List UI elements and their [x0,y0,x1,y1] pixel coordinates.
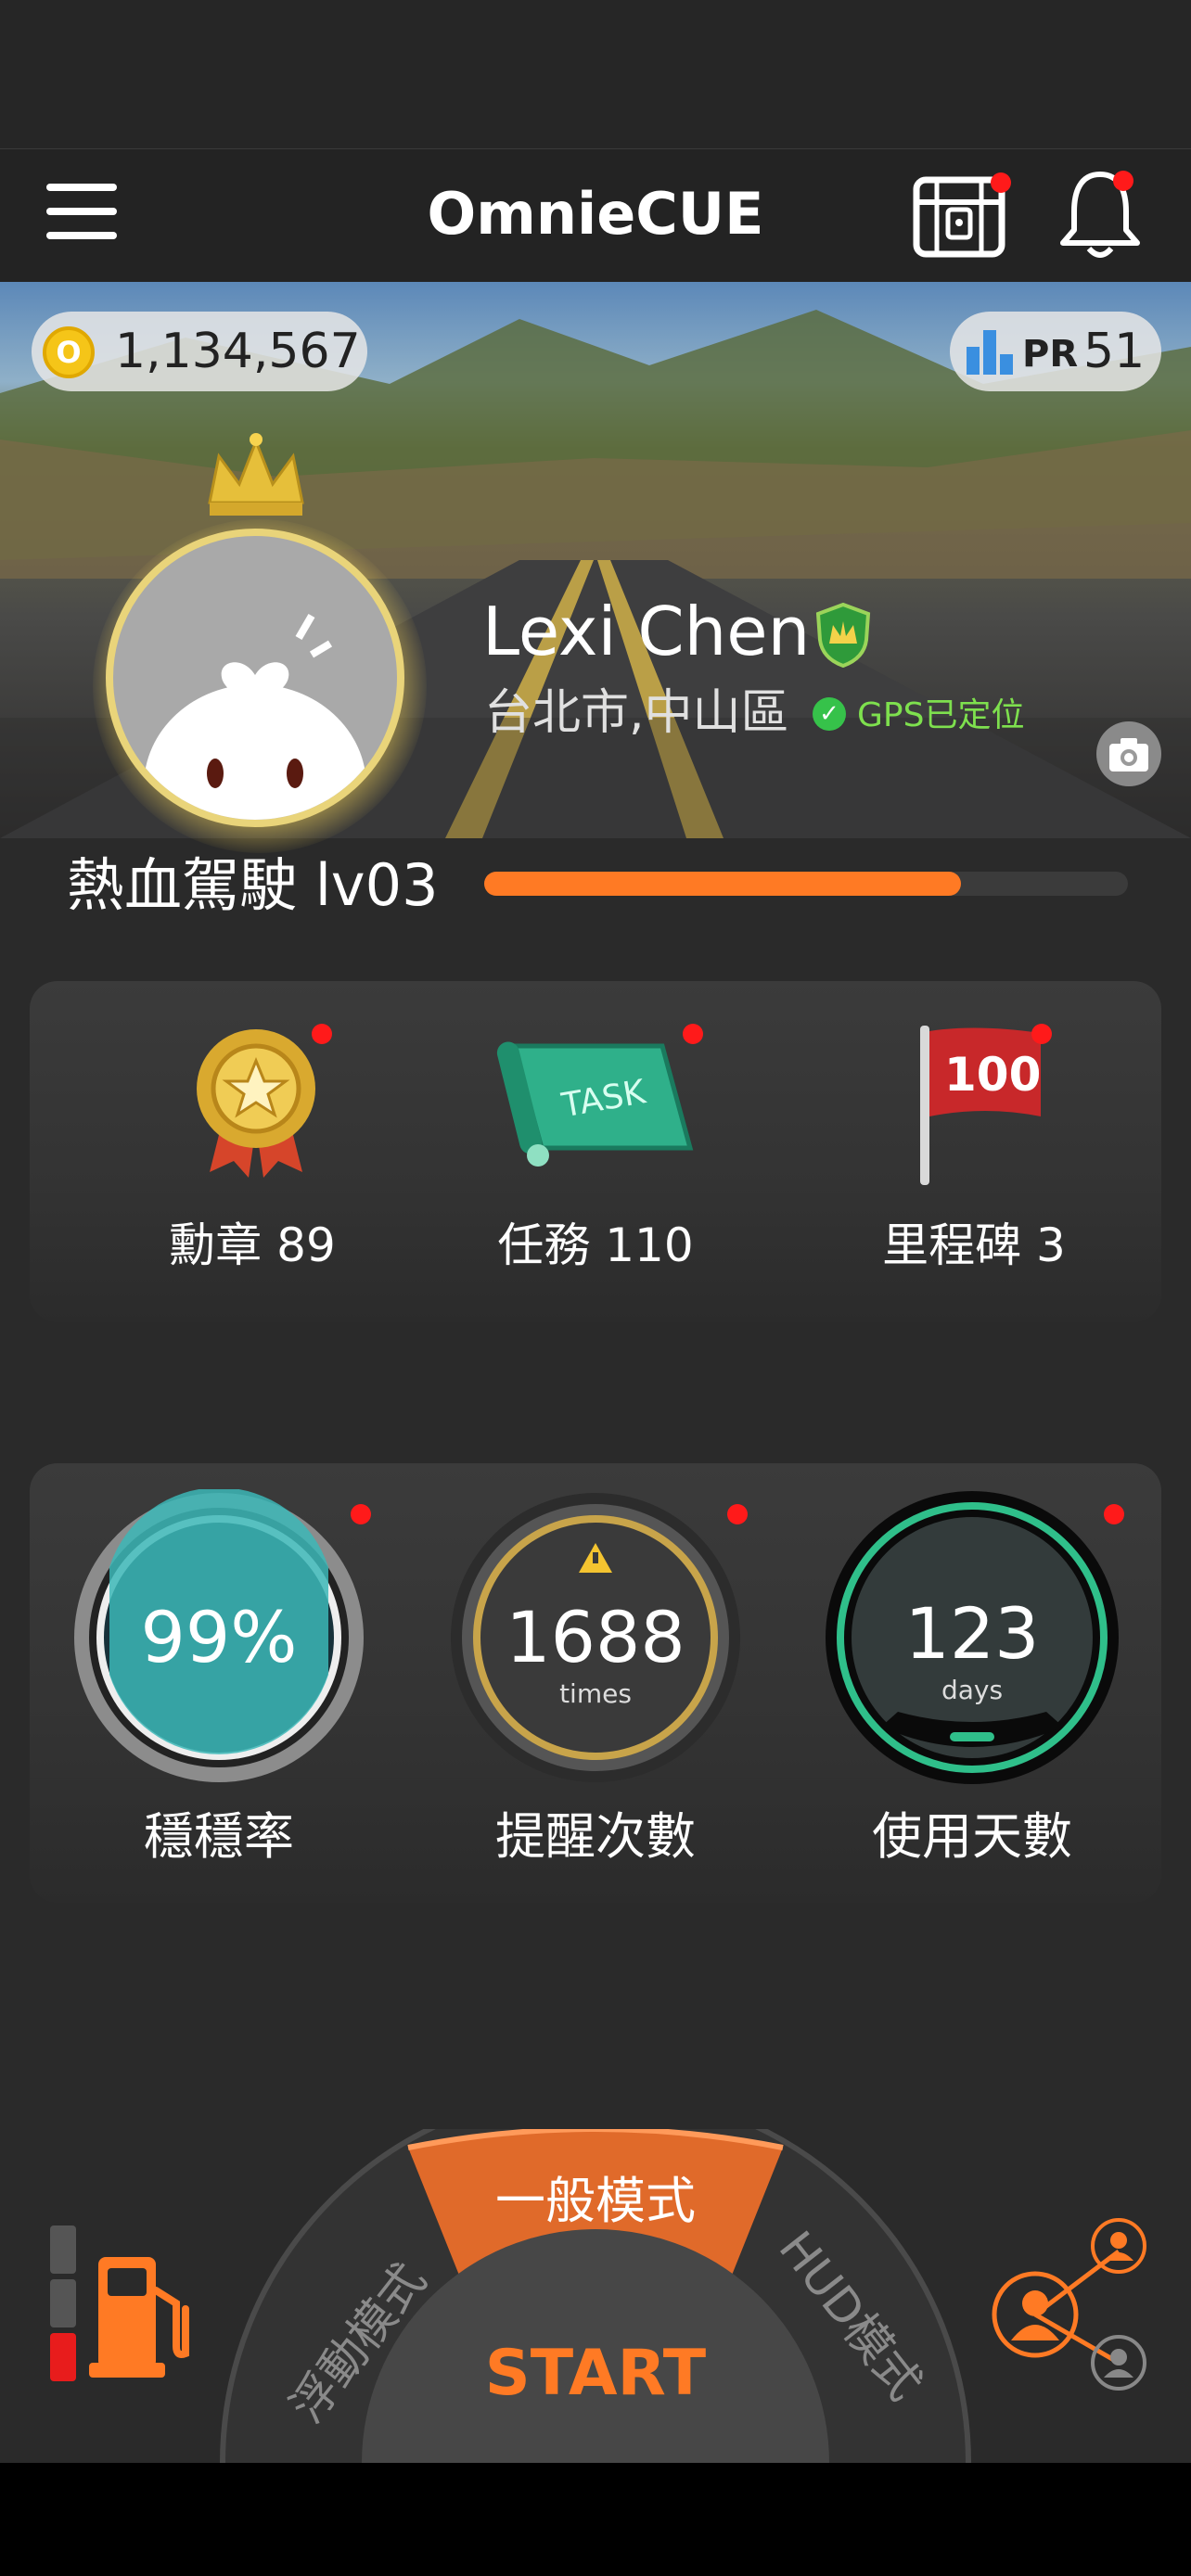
days-notification-dot [1104,1504,1124,1524]
achievements-card: 勳章 89 TASK 任務 110 100 里程碑 3 [30,981,1161,1322]
milestone-flag-icon: 100 [920,1026,1041,1185]
shop-notification-dot [991,172,1011,193]
warning-count-gauge[interactable]: 1688 times [447,1489,748,1786]
fuel-segment [50,2333,76,2381]
camera-icon[interactable] [1096,721,1161,786]
warning-gauge-icon: 1688 times [451,1493,740,1782]
driver-level-label: 熱血駕駛 lv03 [67,851,439,919]
stability-gauge[interactable]: 99% [70,1487,371,1786]
driving-stats-card: 99% 穩穩率 1688 times 提醒次數 123 days 使用天數 [30,1463,1161,1903]
home-indicator-area [0,2463,1191,2576]
usage-days-label: 使用天數 [872,1807,1072,1866]
warning-count-unit: times [559,1678,632,1709]
task-scroll-icon: TASK [496,1041,694,1167]
usage-days-gauge[interactable]: 123 days [824,1489,1124,1786]
coin-balance: 1,134,567 [115,324,361,379]
start-label[interactable]: START [485,2337,707,2410]
tasks-item[interactable]: TASK 任務 110 [447,1024,744,1278]
usage-days-unit: days [941,1675,1003,1705]
stability-gauge-icon: 99% [74,1487,364,1782]
normal-mode-label[interactable]: 一般模式 [495,2172,696,2230]
gift-shop-icon[interactable] [909,167,1013,260]
notification-bell-icon[interactable] [1056,165,1145,261]
fuel-pump-icon[interactable] [89,2253,200,2383]
warning-notification-dot [727,1504,748,1524]
usage-days-value: 123 [904,1592,1039,1675]
milestones-label: 里程碑 3 [882,1218,1066,1272]
fuel-level-indicator [50,2225,78,2385]
rank-label: PR [1022,333,1079,376]
bell-notification-dot [1113,171,1133,191]
medals-item[interactable]: 勳章 89 [104,1024,401,1278]
tasks-notification-dot [683,1024,703,1044]
bar-chart-icon [965,328,1017,375]
days-gauge-icon: 123 days [826,1491,1119,1784]
warning-count-label: 提醒次數 [495,1807,696,1866]
milestones-notification-dot [1031,1024,1052,1044]
level-progress-fill [484,872,961,896]
milestones-item[interactable]: 100 里程碑 3 [826,1024,1122,1278]
stability-value: 99% [141,1596,298,1678]
coin-icon: O [43,326,95,378]
status-bar [0,0,1191,148]
warning-count-value: 1688 [506,1596,685,1678]
fuel-segment [50,2279,76,2327]
rank-value: 51 [1083,324,1146,379]
milestone-icon-text: 100 [944,1048,1041,1102]
level-progress-bar [484,872,1128,896]
crown-icon [202,428,310,521]
fuel-segment [50,2225,76,2274]
check-circle-icon: ✓ [813,697,846,731]
user-location: 台北市,中山區 [484,685,789,741]
medals-label: 勳章 89 [169,1218,336,1272]
vip-shield-icon [814,602,872,669]
stability-notification-dot [351,1504,371,1524]
stability-label: 穩穩率 [144,1807,294,1866]
social-share-icon[interactable] [989,2216,1171,2402]
avatar[interactable] [106,529,404,827]
medal-icon [197,1029,315,1178]
medals-notification-dot [312,1024,332,1044]
user-name: Lexi Chen [482,593,811,670]
gps-status: GPS已定位 [857,696,1025,734]
mode-selector-dial[interactable]: 一般模式 START 浮動模式 HUD模式 [213,2087,978,2464]
tasks-label: 任務 110 [497,1218,694,1272]
